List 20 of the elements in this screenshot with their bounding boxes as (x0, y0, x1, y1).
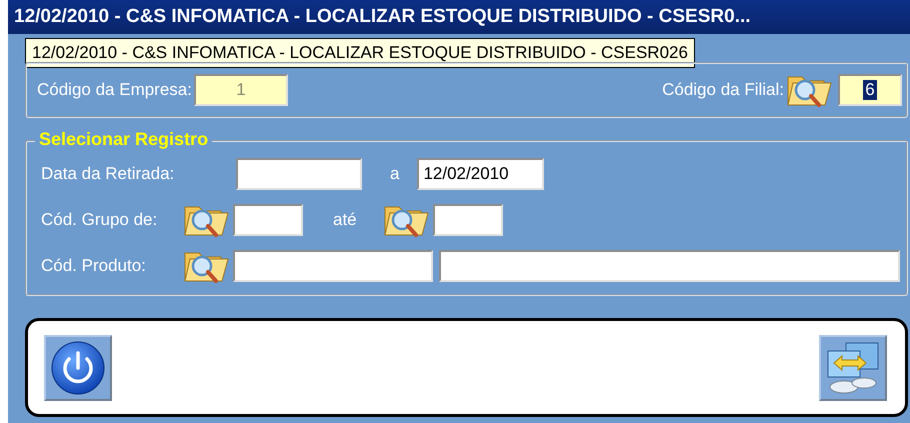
field-label: até (333, 210, 357, 230)
power-icon (50, 340, 106, 396)
network-button[interactable] (819, 334, 887, 400)
group-title: Selecionar Registro (35, 129, 212, 150)
field-label: a (390, 164, 400, 184)
input-field[interactable] (233, 204, 303, 236)
field-label: Data da Retirada: (41, 164, 176, 184)
field-label: Cód. Produto: (41, 256, 147, 276)
tooltip: 12/02/2010 - C&S INFOMATICA - LOCALIZAR ESTOQUE DISTRIBUIDO - CSESR026 (25, 38, 695, 68)
field-label: Código da Filial: (662, 80, 784, 100)
input-field[interactable] (439, 250, 900, 282)
input-field[interactable]: 12/02/2010 (417, 158, 544, 190)
input-field[interactable]: 6 (838, 74, 902, 106)
power-button[interactable] (44, 334, 112, 400)
field-label: Cód. Grupo de: (41, 210, 158, 230)
input-field[interactable] (233, 250, 433, 282)
input-field[interactable] (236, 158, 362, 190)
input-field[interactable] (432, 204, 503, 236)
field-label: Código da Empresa: (37, 80, 192, 100)
window-title: 12/02/2010 - C&S INFOMATICA - LOCALIZAR ESTOQUE DISTRIBUIDO - CSESR0... (8, 0, 910, 34)
